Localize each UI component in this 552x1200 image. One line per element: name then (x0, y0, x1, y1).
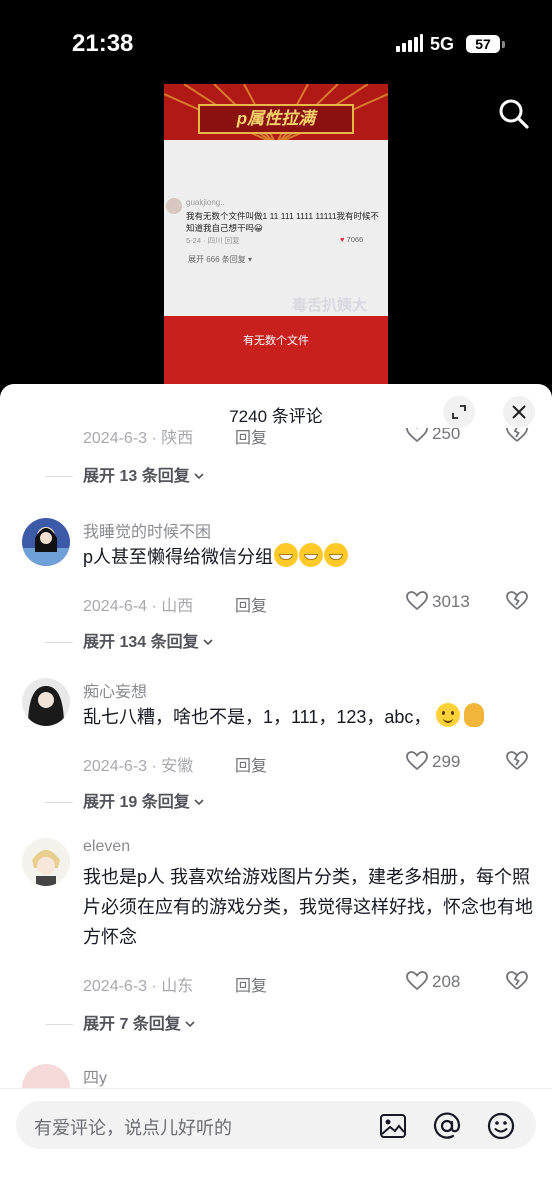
smile-emoji-icon (436, 703, 461, 727)
mini-expand: 展开 666 条回复 ▾ (188, 255, 253, 264)
heart-icon (406, 591, 428, 611)
like-count: 250 (432, 428, 461, 443)
mention-button[interactable] (432, 1111, 462, 1141)
search-button[interactable] (496, 96, 532, 132)
comment-username[interactable]: eleven (83, 838, 130, 856)
comment-username[interactable]: 我睡觉的时候不困 (83, 518, 211, 542)
close-sheet-button[interactable] (503, 396, 535, 428)
video-caption: 有无数个文件 (243, 335, 309, 347)
mini-like-count: 7066 (346, 235, 364, 244)
like-count: 3013 (432, 592, 470, 611)
comment-text-body: p人甚至懒得给微信分组 (83, 547, 274, 567)
battery-icon: 57 (466, 35, 500, 53)
chevron-down-icon (185, 1021, 195, 1027)
expand-replies-label: 展开 13 条回复 (83, 468, 190, 485)
emoji-icon (487, 1112, 515, 1140)
status-time: 21:38 (72, 30, 134, 57)
money-bag-icon (464, 703, 485, 727)
dislike-button[interactable] (506, 591, 528, 616)
banner-title: p属性拉满 (198, 104, 354, 134)
expand-replies-label: 展开 134 条回复 (83, 634, 199, 651)
like-count: 299 (432, 752, 461, 771)
video-player[interactable]: p属性拉满 guakjiong.. 我有无数个文件叫做1 11 111 1111… (164, 84, 388, 384)
heart-icon (406, 428, 428, 443)
comment-text: 乱七八糟，啥也不是，1，111，123，abc， (83, 702, 533, 732)
expand-replies-label: 展开 7 条回复 (83, 1016, 181, 1033)
heart-icon (406, 751, 428, 771)
avatar[interactable] (22, 1064, 70, 1088)
chevron-down-icon (194, 799, 204, 805)
like-button[interactable]: 250 (406, 428, 460, 444)
close-icon (512, 405, 526, 419)
laughing-emoji-icon (324, 543, 349, 567)
comment-input-placeholder: 有爱评论，说点儿好听的 (34, 1118, 232, 1138)
comment-date: 2024-6-3 · 陕西 (83, 430, 194, 447)
comment-date: 2024-6-3 · 山东 (83, 978, 194, 995)
network-label: 5G (430, 34, 455, 54)
mini-username: guakjiong.. (186, 198, 225, 207)
at-icon (433, 1112, 461, 1139)
reply-button[interactable]: 回复 (235, 428, 267, 448)
like-button[interactable]: 3013 (406, 591, 470, 612)
image-button[interactable] (378, 1111, 408, 1141)
mini-meta: 5-24 · 四川 回复 (186, 236, 240, 245)
video-banner: p属性拉满 (164, 84, 388, 140)
dislike-button[interactable] (506, 751, 528, 776)
expand-replies[interactable]: 展开 19 条回复 (45, 788, 204, 812)
chevron-down-icon (194, 473, 204, 479)
avatar[interactable] (22, 518, 70, 566)
laughing-emoji-icon (299, 543, 324, 567)
comments-list[interactable]: 2024-6-3 · 陕西 回复 250 展开 13 条回复 我睡觉的时候不困 … (0, 428, 552, 1088)
status-bar: 21:38 5G 57 (0, 0, 552, 80)
emoji-button[interactable] (486, 1111, 516, 1141)
search-icon (499, 99, 529, 129)
like-count: 208 (432, 972, 461, 991)
expand-replies[interactable]: 展开 7 条回复 (45, 1010, 195, 1034)
dislike-button[interactable] (506, 428, 528, 448)
expand-replies[interactable]: 展开 134 条回复 (45, 628, 213, 652)
comment-text: p人甚至懒得给微信分组 (83, 542, 533, 572)
mini-like: ♥ 7066 (340, 235, 363, 244)
chevron-down-icon (203, 639, 213, 645)
expand-sheet-button[interactable] (443, 396, 475, 428)
comment-input[interactable]: 有爱评论，说点儿好听的 (16, 1101, 536, 1149)
like-button[interactable]: 299 (406, 751, 460, 772)
image-icon (380, 1114, 406, 1138)
reply-button[interactable]: 回复 (235, 752, 267, 776)
broken-heart-icon (506, 751, 528, 770)
expand-icon (452, 405, 466, 419)
expand-replies-label: 展开 19 条回复 (83, 794, 190, 811)
video-watermark: 毒舌扒姨大 (292, 297, 368, 314)
laughing-emoji-icon (274, 543, 299, 567)
mini-heart-icon: ♥ (340, 235, 345, 244)
avatar[interactable] (22, 678, 70, 726)
reply-button[interactable]: 回复 (235, 972, 267, 996)
expand-replies[interactable]: 展开 13 条回复 (45, 462, 204, 486)
comment-text-body: 乱七八糟，啥也不是，1，111，123，abc， (83, 707, 432, 727)
broken-heart-icon (506, 971, 528, 990)
comment-username[interactable]: 四y (83, 1064, 107, 1088)
battery-tip (502, 41, 505, 48)
heart-icon (406, 971, 428, 991)
comments-sheet: 7240 条评论 2024-6-3 · 陕西 回复 250 展开 13 条回复 (0, 384, 552, 1200)
reply-button[interactable]: 回复 (235, 592, 267, 616)
comment-username[interactable]: 痴心妄想 (83, 678, 147, 702)
broken-heart-icon (506, 591, 528, 610)
avatar[interactable] (22, 838, 70, 886)
comment-input-bar: 有爱评论，说点儿好听的 (0, 1088, 552, 1200)
broken-heart-icon (506, 428, 528, 442)
mini-comment-text: 我有无数个文件叫做1 11 111 1111 11111我有时候不知道我自己想干… (186, 211, 380, 233)
dislike-button[interactable] (506, 971, 528, 996)
mini-avatar (166, 198, 182, 214)
comment-date: 2024-6-4 · 山西 (83, 598, 194, 615)
signal-icon (396, 34, 424, 52)
comment-date: 2024-6-3 · 安徽 (83, 758, 194, 775)
comment-text: 我也是p人 我喜欢给游戏图片分类，建老多相册，每个照片必须在应有的游戏分类，我觉… (83, 867, 533, 947)
like-button[interactable]: 208 (406, 971, 460, 992)
